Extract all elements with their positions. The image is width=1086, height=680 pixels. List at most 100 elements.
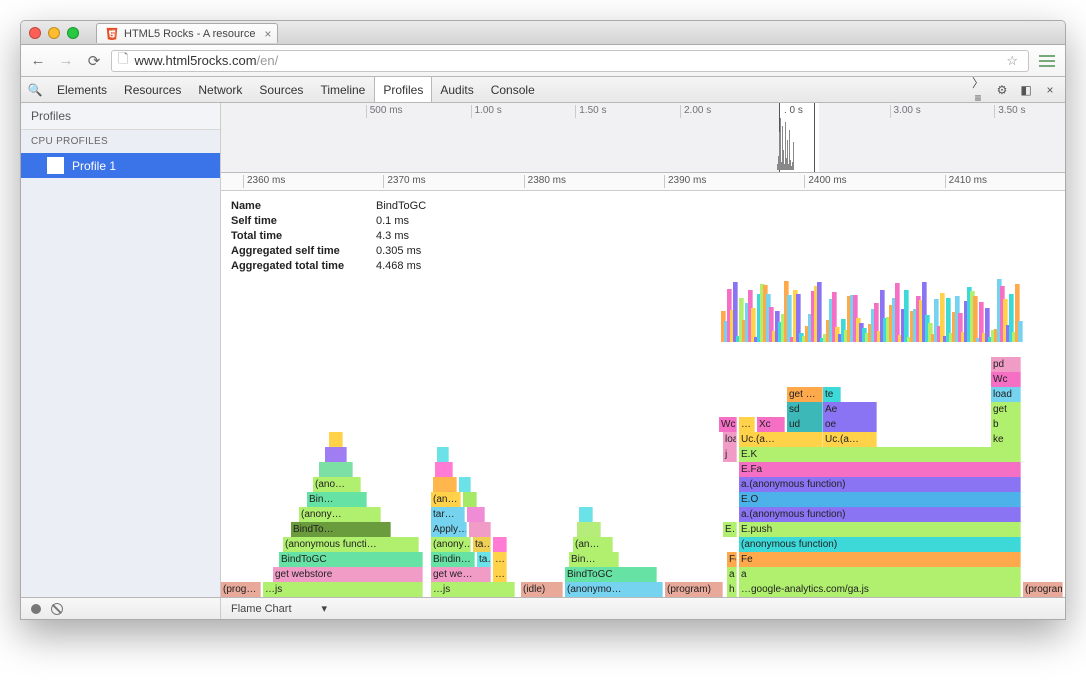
flame-frame[interactable]	[463, 492, 477, 507]
settings-gear-icon[interactable]: ⚙	[993, 83, 1011, 97]
window-minimize-button[interactable]	[48, 27, 60, 39]
flame-frame[interactable]: …js	[431, 582, 515, 597]
flame-frame[interactable]: tar…	[431, 507, 465, 522]
flame-chart[interactable]: NameBindToGCSelf time0.1 msTotal time4.3…	[221, 191, 1065, 597]
flame-frame[interactable]: BindTo…	[291, 522, 391, 537]
flame-frame[interactable]: h…	[727, 582, 737, 597]
flame-frame[interactable]: E…	[723, 522, 737, 537]
flame-frame[interactable]: …	[493, 567, 507, 582]
record-button[interactable]	[31, 604, 41, 614]
flame-frame[interactable]: a.(anonymous function)	[739, 507, 1021, 522]
flame-frame[interactable]	[459, 477, 471, 492]
flame-frame[interactable]: ud	[787, 417, 823, 432]
flame-frame[interactable]: …	[493, 552, 507, 567]
flame-frame[interactable]: b	[991, 417, 1021, 432]
flame-frame[interactable]: get we…	[431, 567, 491, 582]
view-mode-select[interactable]: Flame Chart ▾	[221, 602, 337, 615]
flame-frame[interactable]: …google-analytics.com/ga.js	[739, 582, 1021, 597]
flame-frame[interactable]	[433, 477, 457, 492]
flame-frame[interactable]: (idle)	[521, 582, 563, 597]
devtools-close-icon[interactable]: ×	[1041, 83, 1059, 97]
devtools-tab-sources[interactable]: Sources	[251, 77, 312, 102]
flame-frame[interactable]	[437, 447, 449, 462]
devtools-tab-resources[interactable]: Resources	[116, 77, 190, 102]
flame-frame[interactable]: ta…	[473, 537, 491, 552]
flame-frame[interactable]: (anonymo…	[565, 582, 663, 597]
flame-frame[interactable]: Bin…	[569, 552, 619, 567]
flame-frame[interactable]: load	[991, 387, 1021, 402]
flame-frame[interactable]: Apply…	[431, 522, 467, 537]
flame-frame[interactable]	[319, 462, 353, 477]
flame-frame[interactable]	[493, 537, 507, 552]
flame-frame[interactable]: Ae	[823, 402, 877, 417]
flame-frame[interactable]: (anonymous function)	[739, 537, 1021, 552]
bookmark-star-icon[interactable]: ☆	[1002, 53, 1022, 69]
flame-frame[interactable]: (an…	[431, 492, 461, 507]
flame-frame[interactable]: (an…	[573, 537, 613, 552]
flame-frame[interactable]	[435, 462, 453, 477]
devtools-tab-profiles[interactable]: Profiles	[374, 77, 432, 102]
flame-frame[interactable]: (prog…	[221, 582, 261, 597]
flame-frame[interactable]: (anony…	[299, 507, 381, 522]
flame-frame[interactable]: BindToGC	[565, 567, 657, 582]
flame-frame[interactable]: (ano…	[313, 477, 361, 492]
flame-frame[interactable]: …js	[263, 582, 423, 597]
flame-frame[interactable]: j	[723, 447, 737, 462]
reload-button[interactable]: ⟳	[83, 52, 105, 70]
devtools-tab-elements[interactable]: Elements	[49, 77, 116, 102]
profile-item[interactable]: Profile 1	[21, 153, 220, 178]
flame-frame[interactable]: E.K	[739, 447, 1021, 462]
flame-frame[interactable]: a	[727, 567, 737, 582]
flame-frame[interactable]	[467, 507, 485, 522]
back-button[interactable]: ←	[27, 52, 49, 69]
flame-frame[interactable]: Uc.(a…	[739, 432, 823, 447]
devtools-tab-audits[interactable]: Audits	[432, 77, 482, 102]
flame-frame[interactable]	[329, 432, 343, 447]
flame-frame[interactable]: Xc	[757, 417, 785, 432]
flame-frame[interactable]: Fe	[739, 552, 1021, 567]
flame-frame[interactable]: (program)	[1023, 582, 1063, 597]
flame-frame[interactable]: sd	[787, 402, 823, 417]
dock-side-icon[interactable]: ◧	[1017, 83, 1035, 97]
flame-frame[interactable]: get …	[787, 387, 823, 402]
console-toggle-icon[interactable]: 〉≡	[969, 74, 987, 105]
flame-frame[interactable]: pd	[991, 357, 1021, 372]
flame-frame[interactable]: (anonymous functi…	[283, 537, 419, 552]
devtools-tab-console[interactable]: Console	[483, 77, 544, 102]
forward-button[interactable]: →	[55, 52, 77, 69]
flame-frame[interactable]: a	[739, 567, 1021, 582]
flame-frame[interactable]: Bin…	[307, 492, 367, 507]
flame-frame[interactable]: get webstore	[273, 567, 423, 582]
flame-frame[interactable]: get	[991, 402, 1021, 417]
clear-button[interactable]	[51, 603, 63, 615]
window-close-button[interactable]	[29, 27, 41, 39]
browser-tab[interactable]: HTML5 Rocks - A resource ×	[96, 23, 278, 43]
flame-frame[interactable]: Wc	[719, 417, 737, 432]
flame-frame[interactable]: Wc	[991, 372, 1021, 387]
flame-frame[interactable]: E.push	[739, 522, 1021, 537]
flame-frame[interactable]: oe	[823, 417, 877, 432]
window-zoom-button[interactable]	[67, 27, 79, 39]
search-icon[interactable]: 🔍	[21, 83, 49, 97]
flame-frame[interactable]: a.(anonymous function)	[739, 477, 1021, 492]
flame-frame[interactable]: load	[723, 432, 737, 447]
flame-frame[interactable]	[469, 522, 491, 537]
timeline-overview[interactable]: 500 ms1.00 s1.50 s2.00 s3.00 s3.50 s . 0…	[221, 103, 1065, 173]
flame-frame[interactable]: E.O	[739, 492, 1021, 507]
flame-frame[interactable]: (anony…	[431, 537, 471, 552]
flame-frame[interactable]: Fe	[727, 552, 737, 567]
flame-frame[interactable]	[325, 447, 347, 462]
flame-frame[interactable]: Uc.(a…	[823, 432, 877, 447]
flame-frame[interactable]: te	[823, 387, 841, 402]
flame-frame[interactable]: …	[739, 417, 755, 432]
tab-close-icon[interactable]: ×	[264, 27, 271, 41]
browser-menu-button[interactable]	[1035, 54, 1059, 68]
flame-frame[interactable]: E.Fa	[739, 462, 1021, 477]
flame-frame[interactable]: BindToGC	[279, 552, 423, 567]
address-bar[interactable]: 🗋 www.html5rocks.com/en/ ☆	[111, 50, 1029, 72]
flame-frame[interactable]	[579, 507, 593, 522]
flame-frame[interactable]: (program)	[665, 582, 723, 597]
devtools-tab-network[interactable]: Network	[190, 77, 251, 102]
devtools-tab-timeline[interactable]: Timeline	[312, 77, 374, 102]
flame-frame[interactable]: Bindin…	[431, 552, 475, 567]
